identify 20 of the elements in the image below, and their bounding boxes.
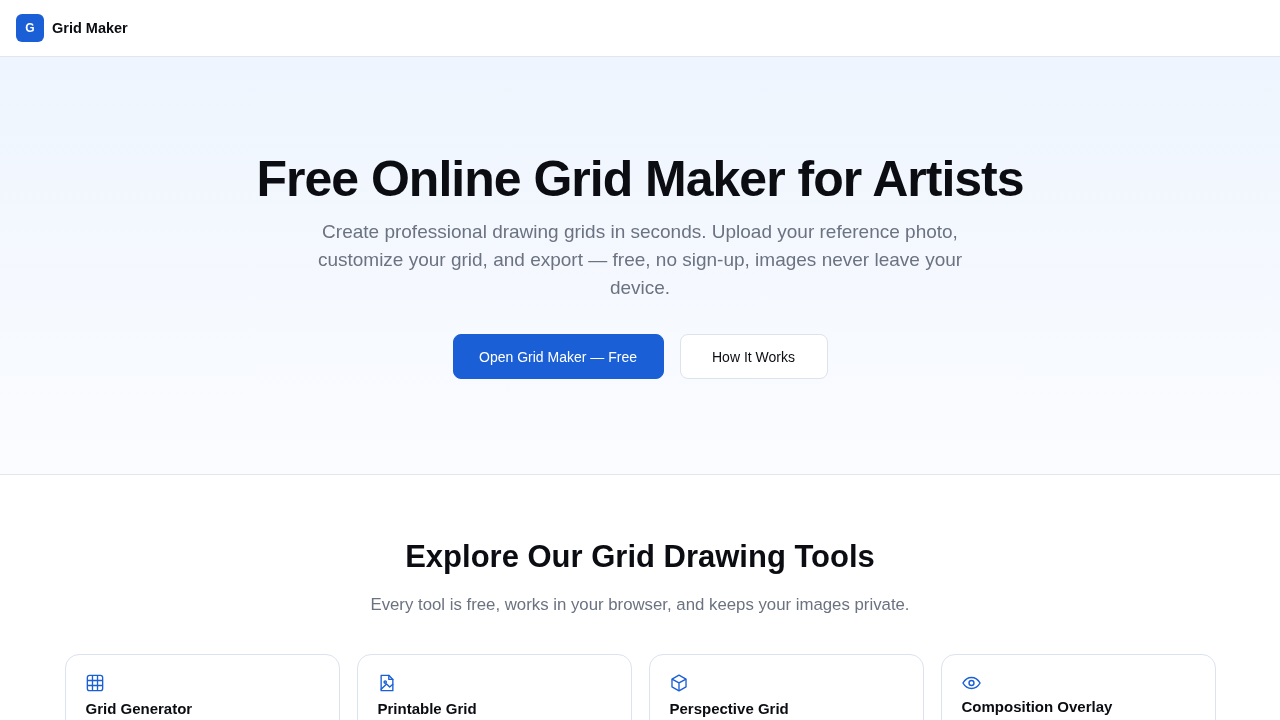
card-title: Printable Grid <box>377 700 478 717</box>
section-title: Explore Our Grid Drawing Tools <box>405 538 875 576</box>
tool-card[interactable]: Printable Grid <box>356 654 632 720</box>
card-title: Composition Overlay <box>961 698 1114 715</box>
hero-title: Free Online Grid Maker for Artists <box>256 151 1024 207</box>
tool-card[interactable]: Grid Generator <box>64 654 340 720</box>
tool-card[interactable]: Perspective Grid <box>648 654 924 720</box>
tool-card[interactable]: Composition Overlay <box>940 654 1216 720</box>
hero-subtitle: Create professional drawing grids in seconds. Upload your reference photo, customize your grid, and export — free, no sign-up, images never leave your device. <box>316 220 964 300</box>
how-it-works-button[interactable]: How It Works <box>679 334 828 379</box>
card-title: Perspective Grid <box>669 700 790 717</box>
logo-mark[interactable]: G <box>16 14 44 42</box>
brand-name[interactable]: Grid Maker <box>52 20 128 36</box>
cube-icon <box>669 674 688 692</box>
card-title: Grid Generator <box>85 700 194 717</box>
open-grid-maker-button[interactable]: Open Grid Maker — Free <box>452 334 664 379</box>
image-file-icon <box>377 674 396 692</box>
section-subtitle: Every tool is free, works in your browser, and keeps your images private. <box>370 594 910 616</box>
eye-icon <box>961 676 981 690</box>
grid-icon <box>85 674 104 692</box>
